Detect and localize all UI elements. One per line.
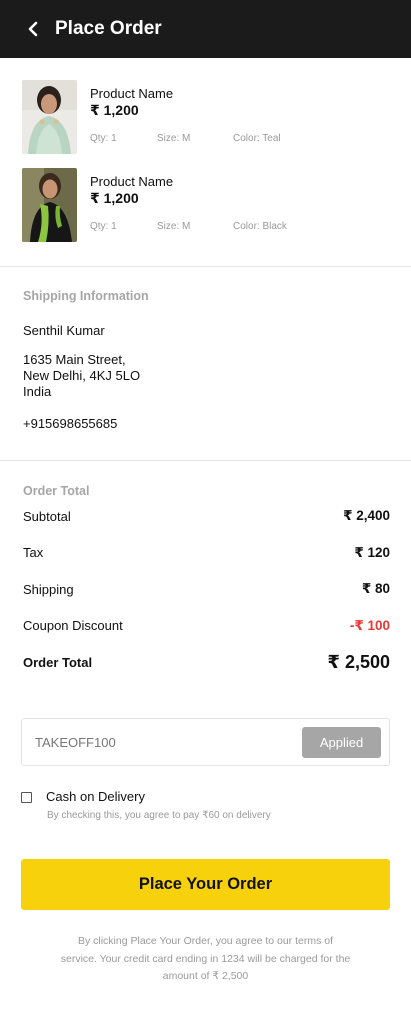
product-price: ₹ 1,200 [90,102,139,118]
applied-button[interactable]: Applied [302,726,381,758]
product-size: Size: M [157,133,191,144]
order-total-title: Order Total [23,484,90,498]
shipping-phone: +915698655685 [23,416,118,431]
product-item[interactable]: Product Name ₹ 1,200 Qty: 1 Size: M Colo… [22,80,389,168]
product-image [22,168,77,242]
row-label: Order Total [23,654,93,670]
product-qty: Qty: 1 [90,221,117,232]
product-color: Color: Black [233,221,287,232]
product-color: Color: Teal [233,133,281,144]
product-image [22,80,77,154]
cod-checkbox[interactable] [21,792,32,803]
shipping-title: Shipping Information [23,289,149,303]
row-label: Shipping [23,581,74,597]
cod-note: By checking this, you agree to pay ₹60 o… [47,810,271,821]
subtotal-row: Subtotal ₹ 2,400 [23,498,390,535]
grand-total-value: ₹ 2,500 [327,651,390,672]
grand-total-row: Order Total ₹ 2,500 [23,644,390,681]
coupon-input[interactable]: TAKEOFF100 [35,735,116,750]
row-value: ₹ 2,400 [343,508,390,524]
product-qty: Qty: 1 [90,133,117,144]
page-title: Place Order [55,18,162,39]
chevron-left-icon [28,21,38,37]
order-total-section: Order Total Subtotal ₹ 2,400 Tax ₹ 120 S… [0,461,411,681]
product-name: Product Name [90,174,174,189]
shipping-address: 1635 Main Street, New Delhi, 4KJ 5LO Ind… [23,352,388,400]
app-header: Place Order [0,0,411,58]
product-item[interactable]: Product Name ₹ 1,200 Qty: 1 Size: M Colo… [22,168,389,256]
place-order-button[interactable]: Place Your Order [21,859,390,910]
discount-value: -₹ 100 [349,617,390,633]
tax-row: Tax ₹ 120 [23,535,390,572]
address-line: 1635 Main Street, [23,352,126,367]
address-line: India [23,384,52,399]
shipping-section: Shipping Information Senthil Kumar 1635 … [0,267,411,461]
address-line: New Delhi, 4KJ 5LO [23,368,141,383]
shipping-row: Shipping ₹ 80 [23,571,390,608]
coupon-discount-row: Coupon Discount -₹ 100 [23,608,390,645]
row-value: ₹ 80 [361,581,390,597]
row-label: Subtotal [23,508,71,524]
coupon-field[interactable]: TAKEOFF100 Applied [21,718,390,766]
product-name: Product Name [90,86,174,101]
cod-label[interactable]: Cash on Delivery [46,789,145,804]
shipping-name: Senthil Kumar [23,323,105,338]
product-list: Product Name ₹ 1,200 Qty: 1 Size: M Colo… [0,58,411,267]
product-size: Size: M [157,221,191,232]
row-label: Coupon Discount [23,618,123,634]
row-value: ₹ 120 [354,544,390,560]
product-price: ₹ 1,200 [90,190,139,206]
legal-text: By clicking Place Your Order, you agree … [60,935,351,982]
row-label: Tax [23,545,44,561]
back-button[interactable] [22,18,44,40]
